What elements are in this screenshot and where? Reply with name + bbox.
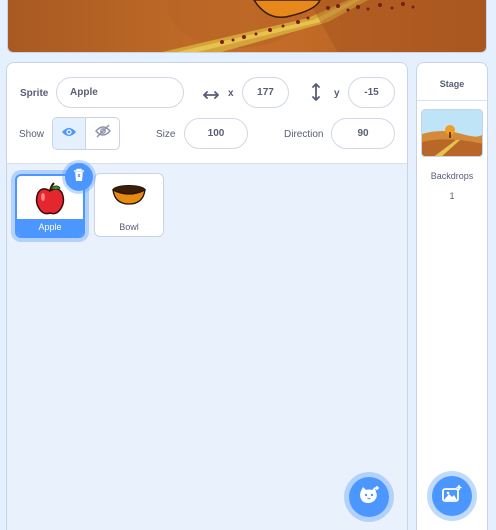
hide-button[interactable] (86, 118, 119, 149)
size-input[interactable]: 100 (184, 118, 248, 149)
vertical-arrows-icon (311, 83, 321, 106)
stage-preview[interactable] (7, 0, 487, 53)
x-position-input[interactable]: 177 (242, 77, 289, 108)
image-add-icon (441, 484, 463, 509)
backdrop-thumbnail (421, 109, 483, 157)
sprite-info-panel: Sprite Apple x 177 y -15 Show Size 100 D… (7, 63, 407, 164)
trash-icon (73, 168, 85, 187)
y-label: y (334, 88, 340, 99)
stage-title: Stage (417, 63, 487, 101)
stage-scene-image (8, 0, 486, 52)
sprite-label: Sprite (20, 88, 49, 99)
delete-sprite-button[interactable] (65, 163, 93, 191)
horizontal-arrows-icon (203, 87, 219, 105)
sprite-tile-bowl[interactable]: Bowl (94, 173, 164, 237)
show-button[interactable] (53, 118, 86, 149)
stage-pane[interactable]: Stage Backdrops 1 (416, 62, 488, 530)
sprite-pane: Sprite Apple x 177 y -15 Show Size 100 D… (6, 62, 408, 530)
visibility-toggle (52, 117, 120, 150)
x-label: x (228, 88, 234, 99)
sprite-tile-label: Bowl (119, 222, 139, 232)
apple-thumbnail (32, 181, 68, 222)
bowl-thumbnail (111, 184, 147, 211)
direction-label: Direction (284, 129, 324, 140)
eye-slash-icon (94, 124, 111, 143)
backdrops-label: Backdrops (430, 171, 474, 181)
y-position-input[interactable]: -15 (348, 77, 395, 108)
cat-add-icon (358, 485, 380, 510)
show-label: Show (19, 129, 45, 140)
add-sprite-button[interactable] (349, 477, 389, 517)
add-backdrop-button[interactable] (432, 476, 472, 516)
direction-input[interactable]: 90 (331, 118, 395, 149)
sprite-name-input[interactable]: Apple (56, 77, 184, 108)
backdrops-count: 1 (449, 191, 455, 201)
size-label: Size (156, 129, 176, 140)
eye-icon (61, 125, 77, 143)
sprite-tile-label: Apple (17, 219, 83, 236)
